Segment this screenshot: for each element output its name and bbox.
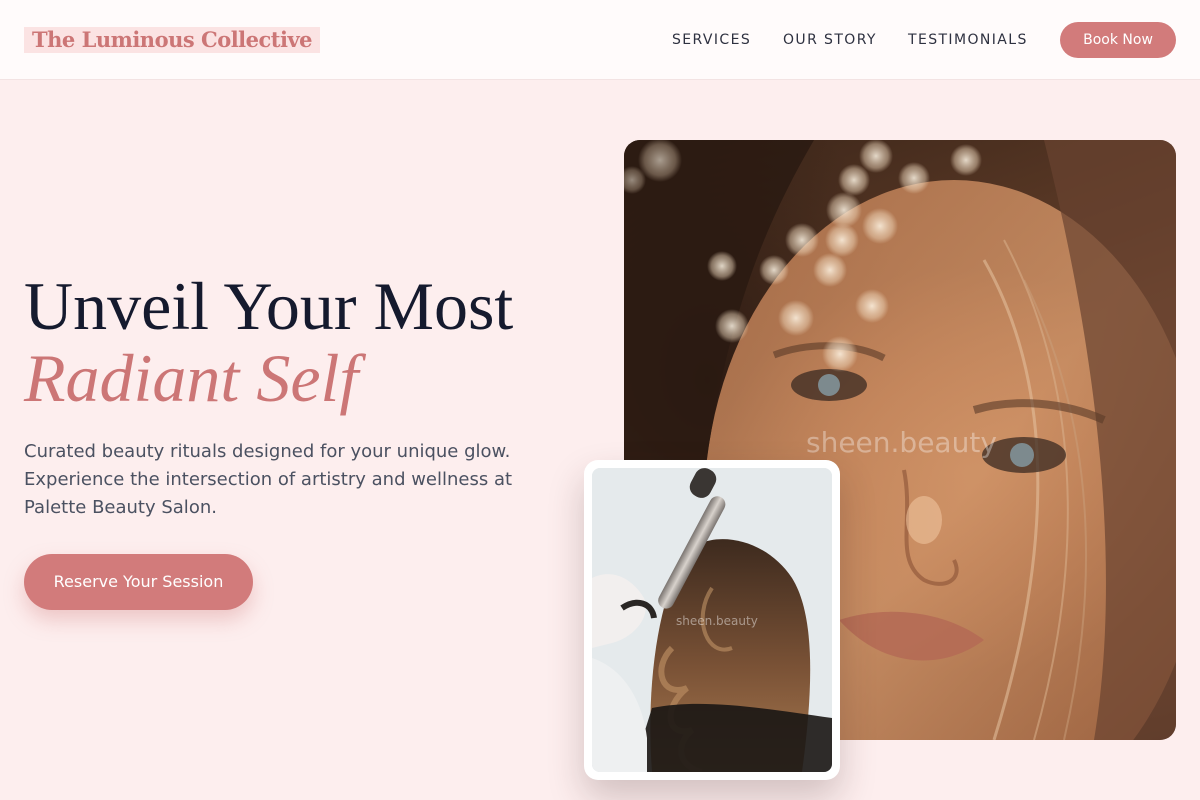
hero-title-line1: Unveil Your Most <box>24 268 514 344</box>
inset-photo-watermark: sheen.beauty <box>676 614 758 628</box>
book-now-button[interactable]: Book Now <box>1060 22 1176 58</box>
hero-title: Unveil Your Most Radiant Self <box>24 270 513 414</box>
hero-description: Curated beauty rituals designed for your… <box>24 441 513 518</box>
hair-styling-image: sheen.beauty <box>592 468 832 772</box>
brand-logo[interactable]: The Luminous Collective <box>24 27 321 53</box>
nav-link-services[interactable]: SERVICES <box>672 31 751 49</box>
main-photo-watermark: sheen.beauty <box>806 426 997 459</box>
reserve-session-button[interactable]: Reserve Your Session <box>24 554 253 610</box>
styling-photo-card: sheen.beauty <box>584 460 840 780</box>
site-header: The Luminous Collective SERVICES OUR STO… <box>0 0 1200 80</box>
nav-link-our-story[interactable]: OUR STORY <box>783 31 877 49</box>
hero-title-line2: Radiant Self <box>24 340 359 416</box>
nav-link-testimonials[interactable]: TESTIMONIALS <box>908 31 1028 49</box>
